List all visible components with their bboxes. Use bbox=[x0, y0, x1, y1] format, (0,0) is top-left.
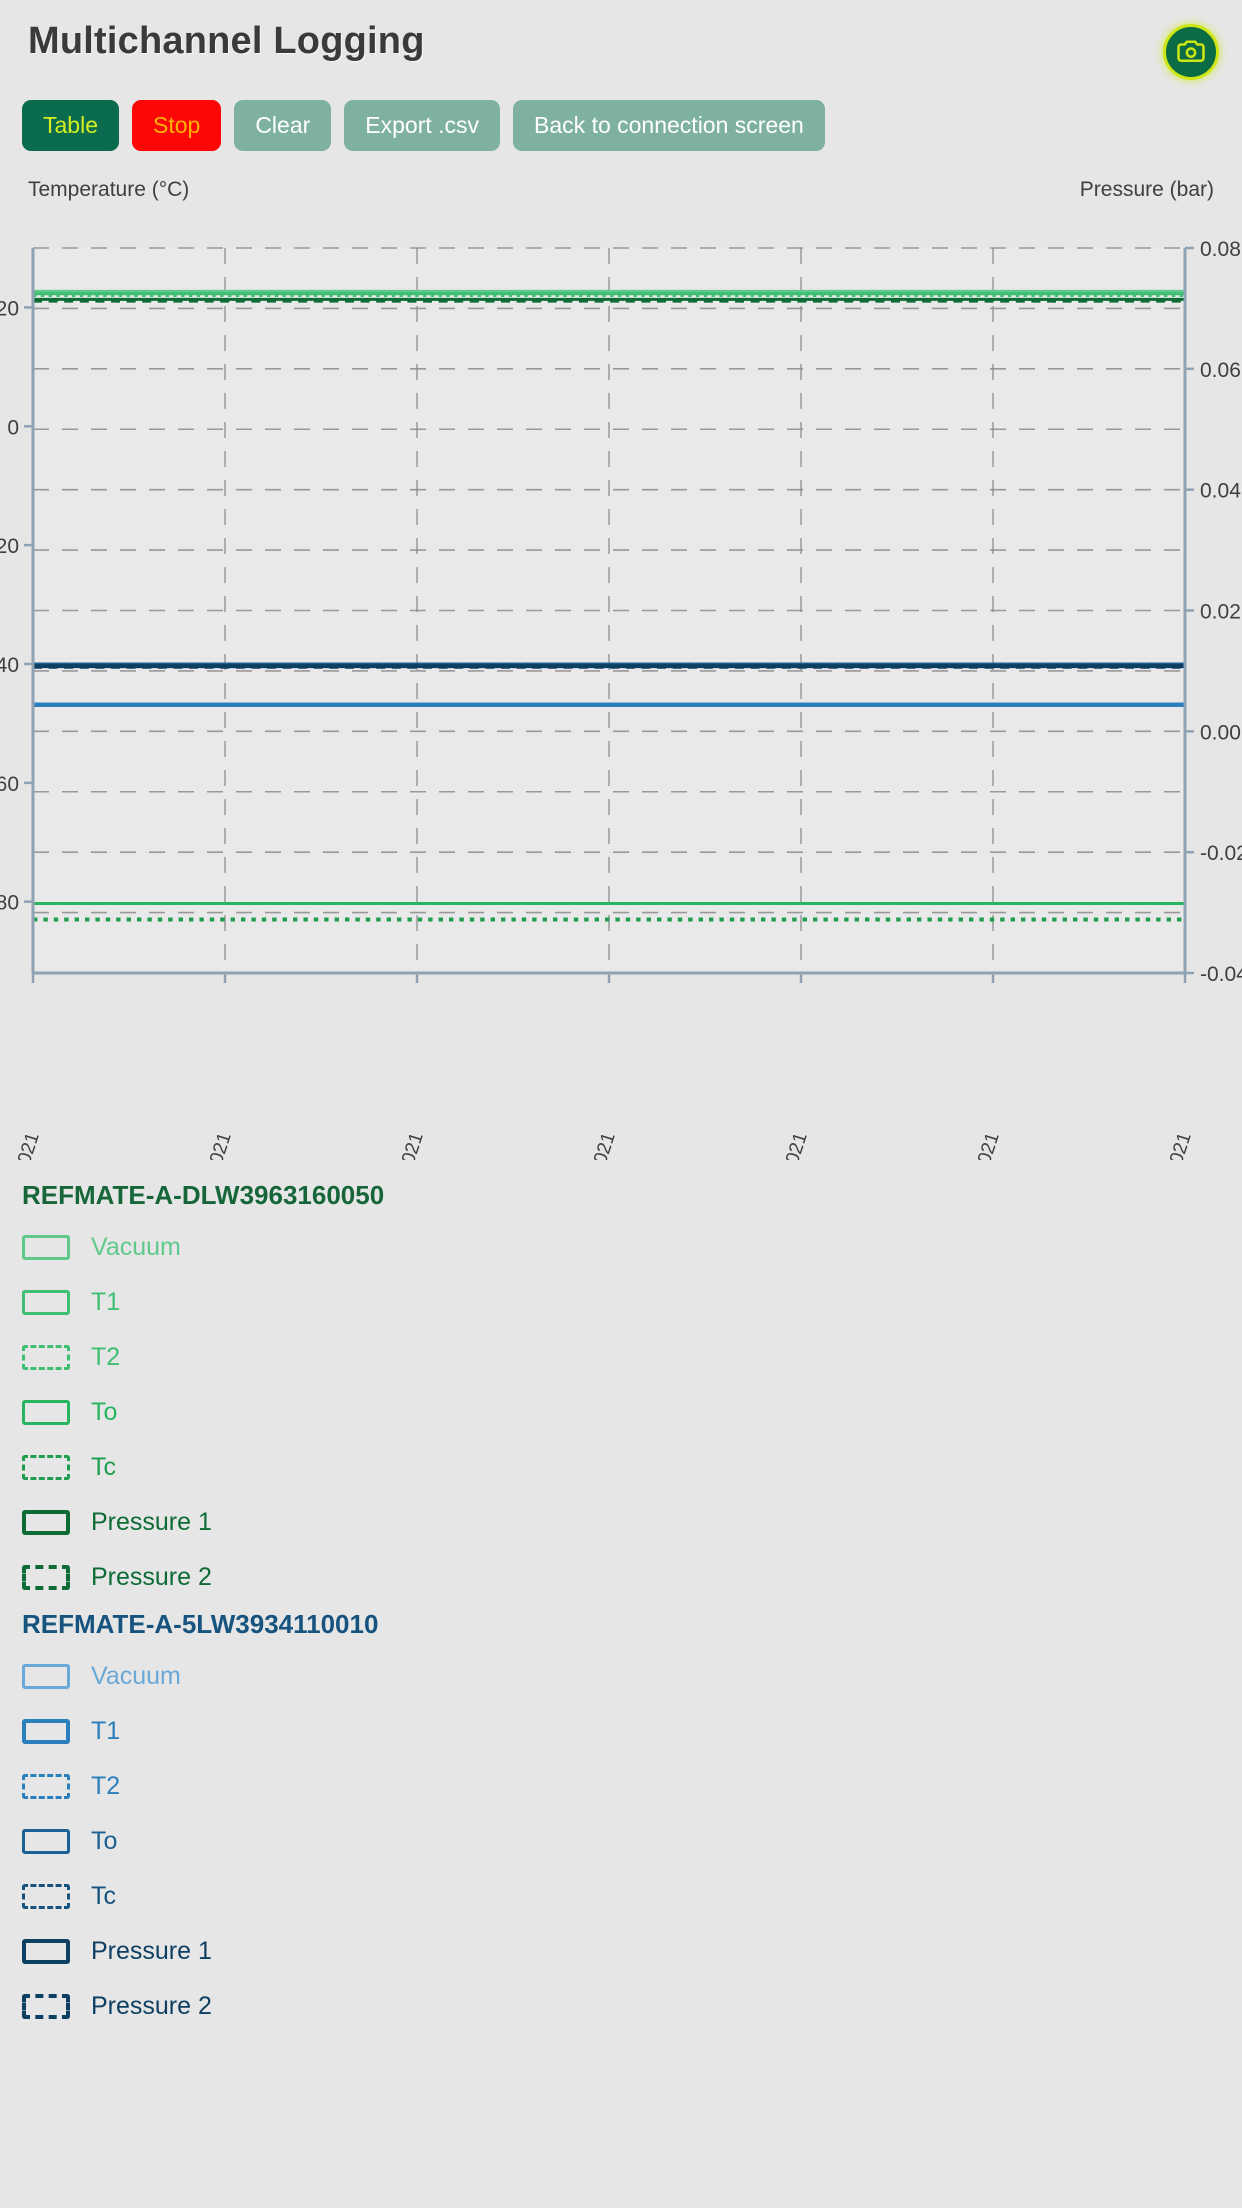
y-axis-tick-label: 0 bbox=[7, 416, 19, 439]
chart-canvas[interactable]: 20 0 -20 -40 -60 -80 0.08 0.06 0.04 0.02 0.00 -0.02… bbox=[0, 0, 1242, 1160]
legend-item-label: Pressure 2 bbox=[91, 1563, 212, 1591]
y-axis-tick-label: 20 bbox=[0, 297, 19, 320]
legend-item[interactable]: Pressure 1 bbox=[0, 1924, 1242, 1979]
x-axis-tick-label: 09:54:58 - 04.02.2021 bbox=[926, 1130, 1003, 1160]
legend-swatch-solid-icon bbox=[22, 1664, 70, 1689]
legend-swatch-cell bbox=[22, 1565, 80, 1590]
legend-item[interactable]: Pressure 2 bbox=[0, 1979, 1242, 2034]
legend-swatch-cell bbox=[22, 1664, 80, 1689]
legend-item[interactable]: T1 bbox=[0, 1275, 1242, 1330]
y2-axis-tick-label: 0.08 bbox=[1200, 238, 1241, 261]
x-axis-tick-label: 09:54:46 - 04.02.2021 bbox=[158, 1130, 235, 1160]
legend-item[interactable]: Vacuum bbox=[0, 1220, 1242, 1275]
legend-swatch-cell bbox=[22, 1455, 80, 1480]
legend-item[interactable]: To bbox=[0, 1814, 1242, 1869]
legend-item-label: To bbox=[91, 1827, 118, 1855]
legend-item[interactable]: T2 bbox=[0, 1759, 1242, 1814]
legend-item-label: Pressure 1 bbox=[91, 1937, 212, 1965]
legend-swatch-dashed-icon bbox=[22, 1884, 70, 1909]
y-axis-tick-label: -60 bbox=[0, 773, 19, 796]
legend-item-label: Pressure 1 bbox=[91, 1508, 212, 1536]
legend-swatch-cell bbox=[22, 1400, 80, 1425]
legend-item-label: T1 bbox=[91, 1717, 121, 1745]
legend-swatch-cell bbox=[22, 1939, 80, 1964]
x-axis-tick-label: 09:54:55 - 04.02.2021 bbox=[734, 1130, 811, 1160]
y2-axis-tick-label: 0.02 bbox=[1200, 601, 1241, 624]
legend-item[interactable]: To bbox=[0, 1385, 1242, 1440]
legend-swatch-solid-icon bbox=[22, 1400, 70, 1425]
y-axis-tick-label: -80 bbox=[0, 892, 19, 915]
legend-item[interactable]: T2 bbox=[0, 1330, 1242, 1385]
legend-item-label: Tc bbox=[91, 1882, 116, 1910]
legend-item[interactable]: Vacuum bbox=[0, 1649, 1242, 1704]
legend-swatch-solid-icon bbox=[22, 1290, 70, 1315]
legend-group-title: REFMATE-A-5LW3934110010 bbox=[22, 1609, 379, 1639]
legend-item-label: T2 bbox=[91, 1772, 121, 1800]
legend-swatch-dashed-icon bbox=[22, 1455, 70, 1480]
legend-item[interactable]: Tc bbox=[0, 1440, 1242, 1495]
legend-swatch-cell bbox=[22, 1290, 80, 1315]
legend-item[interactable]: T1 bbox=[0, 1704, 1242, 1759]
legend-swatch-cell bbox=[22, 1345, 80, 1370]
legend-swatch-dashed-icon bbox=[22, 1565, 70, 1590]
legend-item-label: Vacuum bbox=[91, 1662, 181, 1690]
legend-group: REFMATE-A-5LW3934110010 Vacuum T1 T2 To Tc Pre… bbox=[0, 1609, 1242, 2034]
legend-swatch-cell bbox=[22, 1994, 80, 2019]
legend-item-label: Pressure 2 bbox=[91, 1992, 212, 2020]
legend-item-label: T2 bbox=[91, 1343, 121, 1371]
app-root: Multichannel Logging Table Stop Clear Ex… bbox=[0, 0, 1242, 2208]
legend-swatch-cell bbox=[22, 1719, 80, 1744]
legend-swatch-dashed-icon bbox=[22, 1774, 70, 1799]
y2-axis-tick-label: -0.02 bbox=[1200, 842, 1242, 865]
legend-item-label: Tc bbox=[91, 1453, 116, 1481]
y-axis-tick-label: -40 bbox=[0, 654, 19, 677]
x-axis-tick-label: 09:55:01 - 04.02.2021 bbox=[1118, 1130, 1195, 1160]
legend-swatch-cell bbox=[22, 1235, 80, 1260]
legend-swatch-solid-icon bbox=[22, 1510, 70, 1535]
legend-swatch-cell bbox=[22, 1774, 80, 1799]
legend-group-title: REFMATE-A-DLW3963160050 bbox=[22, 1180, 385, 1210]
legend-swatch-cell bbox=[22, 1510, 80, 1535]
legend-swatch-solid-icon bbox=[22, 1719, 70, 1744]
legend-item[interactable]: Pressure 2 bbox=[0, 1550, 1242, 1605]
legend-swatch-dashed-icon bbox=[22, 1994, 70, 2019]
legend-swatch-dashed-icon bbox=[22, 1345, 70, 1370]
legend-swatch-solid-icon bbox=[22, 1235, 70, 1260]
y-axis-tick-label: -20 bbox=[0, 535, 19, 558]
legend-item[interactable]: Pressure 1 bbox=[0, 1495, 1242, 1550]
y2-axis-tick-label: 0.04 bbox=[1200, 480, 1241, 503]
legend-item[interactable]: Tc bbox=[0, 1869, 1242, 1924]
legend-swatch-cell bbox=[22, 1829, 80, 1854]
legend-item-label: To bbox=[91, 1398, 118, 1426]
legend-item-label: Vacuum bbox=[91, 1233, 181, 1261]
legend-swatch-solid-icon bbox=[22, 1829, 70, 1854]
legend-group: REFMATE-A-DLW3963160050 Vacuum T1 T2 To Tc Pre… bbox=[0, 1180, 1242, 1605]
legend-item-label: T1 bbox=[91, 1288, 121, 1316]
x-axis-tick-label: 09:54:52 - 04.02.2021 bbox=[542, 1130, 619, 1160]
x-axis-tick-label: 09:54:43 - 04.02.2021 bbox=[0, 1130, 44, 1160]
legend-swatch-cell bbox=[22, 1884, 80, 1909]
chart-legend: REFMATE-A-DLW3963160050 Vacuum T1 T2 To Tc Pre… bbox=[0, 1180, 1242, 2038]
logging-chart[interactable]: 20 0 -20 -40 -60 -80 0.08 0.06 0.04 0.02 0.00 -0.02… bbox=[0, 0, 1242, 1160]
y2-axis-tick-label: 0.06 bbox=[1200, 359, 1241, 382]
y2-axis-tick-label: 0.00 bbox=[1200, 721, 1241, 744]
legend-swatch-solid-icon bbox=[22, 1939, 70, 1964]
x-axis-tick-label: 09:54:49 - 04.02.2021 bbox=[350, 1130, 427, 1160]
y2-axis-tick-label: -0.04 bbox=[1200, 963, 1242, 986]
